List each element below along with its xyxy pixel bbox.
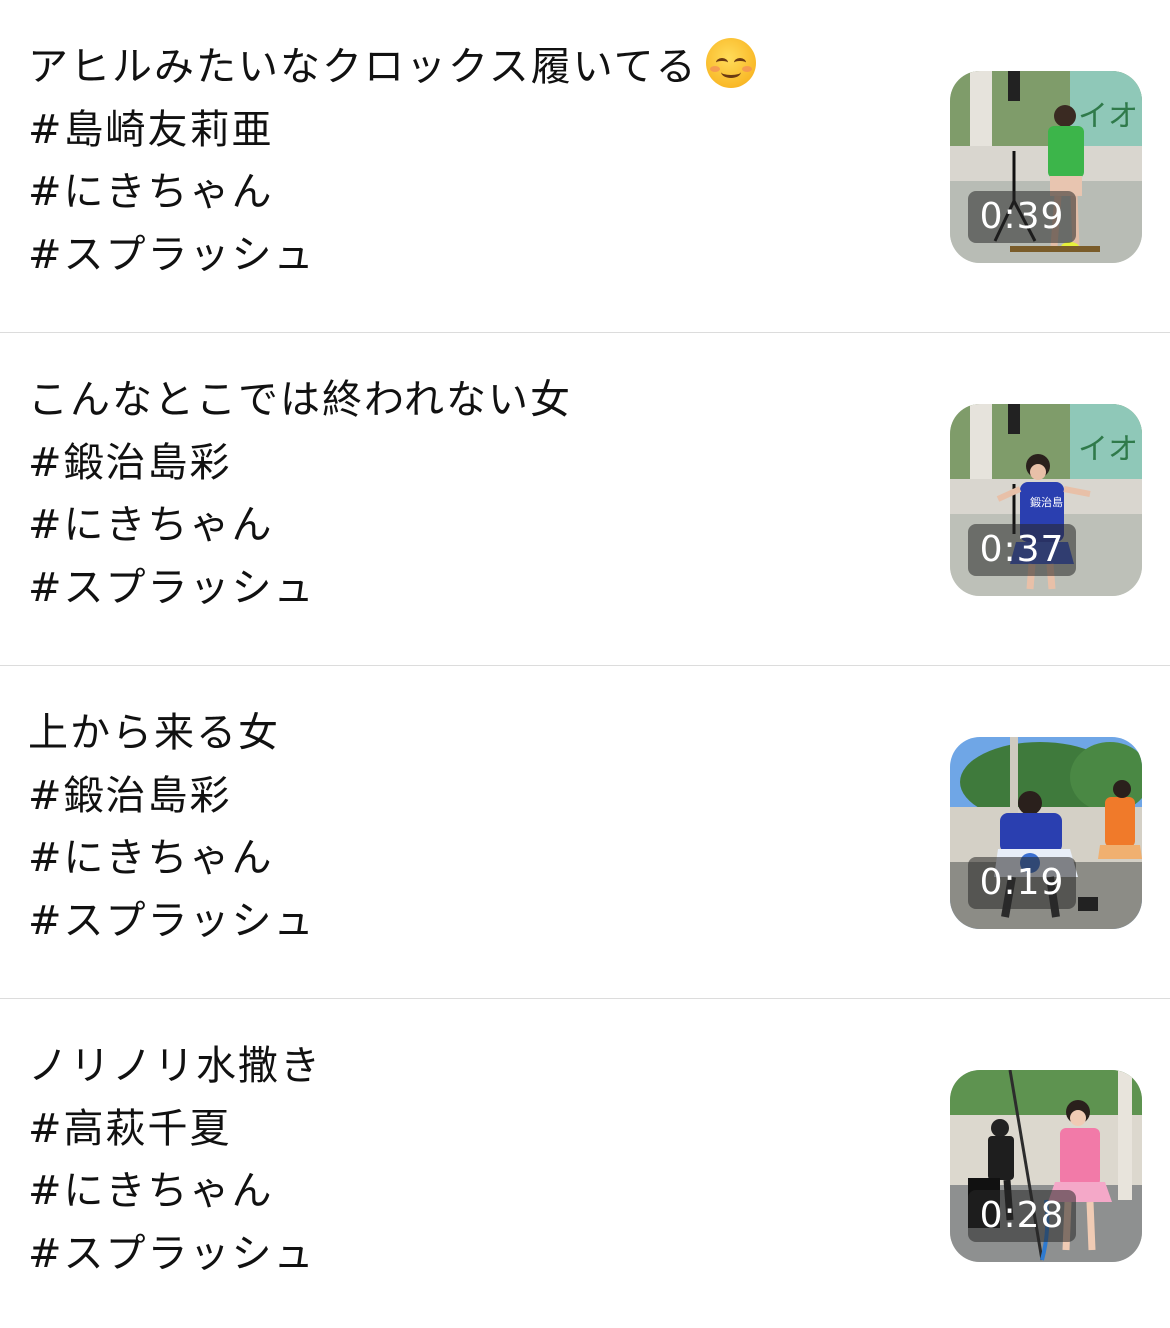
hashtag-link[interactable]: #スプラッシュ bbox=[28, 1223, 908, 1286]
smiling-face-icon bbox=[705, 38, 756, 88]
video-duration: 0:37 bbox=[968, 524, 1076, 576]
hashtag-link[interactable]: #にきちゃん bbox=[28, 161, 908, 224]
svg-text:イオン: イオン bbox=[1078, 432, 1142, 467]
post-text: 上から来る女 #鍛治島彩 #にきちゃん #スプラッシュ bbox=[28, 702, 908, 952]
video-duration: 0:28 bbox=[968, 1190, 1076, 1242]
post-title: 上から来る女 bbox=[28, 710, 280, 756]
svg-text:イオン: イオン bbox=[1078, 99, 1142, 134]
hashtag-link[interactable]: #にきちゃん bbox=[28, 1160, 908, 1223]
post-title: ノリノリ水撒き bbox=[28, 1043, 322, 1089]
video-thumbnail[interactable]: 0:28 bbox=[950, 1070, 1142, 1262]
post-title: こんなとこでは終われない女 bbox=[28, 377, 572, 423]
svg-text:鍛治島: 鍛治島 bbox=[1030, 495, 1063, 509]
video-duration: 0:19 bbox=[968, 857, 1076, 909]
hashtag-link[interactable]: #高萩千夏 bbox=[28, 1098, 908, 1161]
post-item[interactable]: こんなとこでは終われない女 #鍛治島彩 #にきちゃん #スプラッシュ イオン 鍛… bbox=[0, 333, 1170, 666]
hashtag-link[interactable]: #スプラッシュ bbox=[28, 890, 908, 953]
post-item[interactable]: 上から来る女 #鍛治島彩 #にきちゃん #スプラッシュ 0:19 bbox=[0, 666, 1170, 999]
video-thumbnail[interactable]: 0:19 bbox=[950, 737, 1142, 929]
hashtag-link[interactable]: #鍛治島彩 bbox=[28, 432, 908, 495]
hashtag-link[interactable]: #鍛治島彩 bbox=[28, 765, 908, 828]
post-feed: アヒルみたいなクロックス履いてる #島崎友莉亜 #にきちゃん #スプラッシュ イ… bbox=[0, 0, 1170, 1328]
hashtag-link[interactable]: #スプラッシュ bbox=[28, 557, 908, 620]
post-item[interactable]: ノリノリ水撒き #高萩千夏 #にきちゃん #スプラッシュ 0:28 bbox=[0, 999, 1170, 1327]
post-text: こんなとこでは終われない女 #鍛治島彩 #にきちゃん #スプラッシュ bbox=[28, 369, 908, 619]
post-title: アヒルみたいなクロックス履いてる bbox=[28, 44, 698, 90]
video-thumbnail[interactable]: イオン 鍛治島 0:37 bbox=[950, 404, 1142, 596]
post-item[interactable]: アヒルみたいなクロックス履いてる #島崎友莉亜 #にきちゃん #スプラッシュ イ… bbox=[0, 0, 1170, 333]
hashtag-link[interactable]: #スプラッシュ bbox=[28, 224, 908, 287]
video-duration: 0:39 bbox=[968, 191, 1076, 243]
post-title-line: アヒルみたいなクロックス履いてる bbox=[28, 36, 908, 99]
hashtag-link[interactable]: #島崎友莉亜 bbox=[28, 99, 908, 162]
video-thumbnail[interactable]: イオン 0:39 bbox=[950, 71, 1142, 263]
post-text: アヒルみたいなクロックス履いてる #島崎友莉亜 #にきちゃん #スプラッシュ bbox=[28, 36, 908, 286]
hashtag-link[interactable]: #にきちゃん bbox=[28, 827, 908, 890]
hashtag-link[interactable]: #にきちゃん bbox=[28, 494, 908, 557]
post-text: ノリノリ水撒き #高萩千夏 #にきちゃん #スプラッシュ bbox=[28, 1035, 908, 1285]
